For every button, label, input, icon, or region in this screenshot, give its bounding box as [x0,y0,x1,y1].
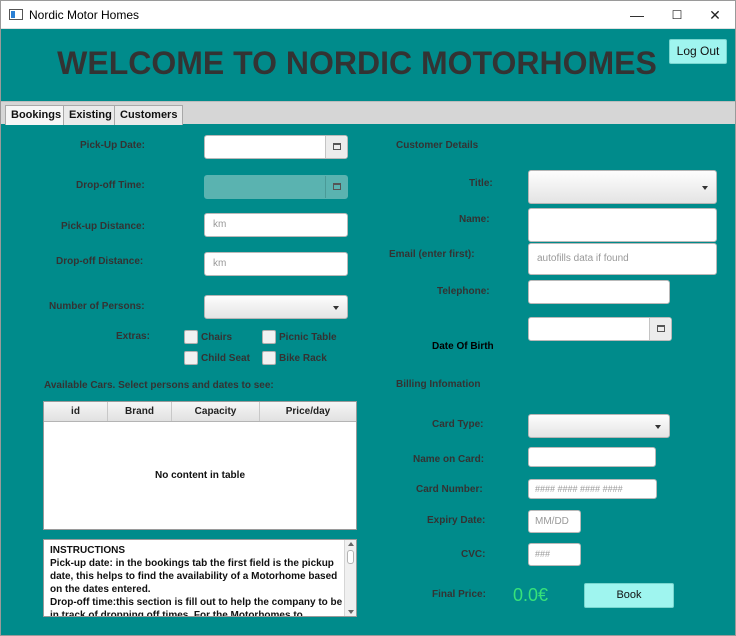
extras-label: Extras: [116,331,150,342]
dropoff-distance-input[interactable]: km [204,252,348,276]
bike-rack-checkbox[interactable] [262,351,276,365]
email-label: Email (enter first): [389,249,475,260]
name-on-card-label: Name on Card: [413,454,485,465]
tab-bar: Bookings Existing Customers [1,101,735,125]
column-header-brand[interactable]: Brand [108,402,172,421]
column-header-id[interactable]: id [44,402,108,421]
child-seat-checkbox[interactable] [184,351,198,365]
name-input[interactable] [528,208,717,242]
instructions-text: INSTRUCTIONS Pick-up date: in the bookin… [50,545,343,617]
tab-bookings[interactable]: Bookings [5,105,68,125]
instructions-textarea[interactable]: INSTRUCTIONS Pick-up date: in the bookin… [43,539,357,617]
dropoff-distance-label: Drop-off Distance: [56,256,144,267]
book-button[interactable]: Book [584,583,674,608]
title-bar: Nordic Motor Homes — ☐ ✕ [1,1,735,29]
chevron-down-icon [333,306,339,310]
title-combobox[interactable] [528,170,717,204]
calendar-button-disabled[interactable] [325,176,347,198]
chevron-down-icon [702,186,708,190]
minimize-button[interactable]: — [617,1,657,29]
table-empty-message: No content in table [155,470,245,481]
app-icon [9,9,23,20]
cvc-label: CVC: [461,549,486,560]
maximize-button[interactable]: ☐ [657,1,697,29]
email-input[interactable]: autofills data if found [528,243,717,275]
card-number-input[interactable]: #### #### #### #### [528,479,657,499]
pickup-date-label: Pick-Up Date: [80,140,146,151]
card-number-label: Card Number: [416,484,483,495]
persons-label: Number of Persons: [49,301,145,312]
dropoff-time-label: Drop-off Time: [76,180,145,191]
card-type-label: Card Type: [432,419,484,430]
name-on-card-input[interactable] [528,447,656,467]
expiry-label: Expiry Date: [427,515,486,526]
table-header: id Brand Capacity Price/day [44,402,356,422]
dob-picker[interactable] [528,317,672,341]
app-window: Nordic Motor Homes — ☐ ✕ WELCOME TO NORD… [0,0,736,636]
pickup-distance-input[interactable]: km [204,213,348,237]
customer-details-heading: Customer Details [396,140,479,151]
window-title: Nordic Motor Homes [29,8,140,22]
calendar-icon [333,143,341,150]
pickup-distance-label: Pick-up Distance: [61,221,145,232]
calendar-icon [657,325,665,332]
chairs-checkbox[interactable] [184,330,198,344]
name-label: Name: [459,214,490,225]
chairs-label: Chairs [201,332,233,343]
chevron-down-icon [655,425,661,429]
dob-label: Date Of Birth [432,341,494,352]
scroll-down-icon[interactable] [348,610,354,614]
logout-button[interactable]: Log Out [669,39,727,64]
column-header-capacity[interactable]: Capacity [172,402,260,421]
tab-existing[interactable]: Existing [63,105,118,125]
picnic-table-label: Picnic Table [279,332,337,343]
cars-table[interactable]: id Brand Capacity Price/day No content i… [43,401,357,530]
close-button[interactable]: ✕ [695,1,735,29]
picnic-table-checkbox[interactable] [262,330,276,344]
persons-combobox[interactable] [204,295,348,319]
billing-heading: Billing Infomation [396,379,481,390]
telephone-input[interactable] [528,280,670,304]
child-seat-label: Child Seat [201,353,250,364]
telephone-label: Telephone: [437,286,490,297]
calendar-button[interactable] [649,318,671,340]
calendar-button[interactable] [325,136,347,158]
page-headline: WELCOME TO NORDIC MOTORHOMES [57,45,657,81]
vertical-scrollbar[interactable] [344,540,356,616]
cvc-input[interactable]: ### [528,543,581,566]
final-price-label: Final Price: [432,589,486,600]
pickup-date-picker[interactable] [204,135,348,159]
title-label: Title: [469,178,493,189]
calendar-icon [333,183,341,190]
final-price-value: 0.0€ [513,585,549,605]
scroll-up-icon[interactable] [348,542,354,546]
bike-rack-label: Bike Rack [279,353,327,364]
scroll-thumb[interactable] [347,550,354,564]
expiry-input[interactable]: MM/DD [528,510,581,533]
column-header-price[interactable]: Price/day [260,402,356,421]
tab-customers[interactable]: Customers [114,105,184,125]
dropoff-time-picker[interactable] [204,175,348,199]
available-cars-label: Available Cars. Select persons and dates… [44,380,274,391]
card-type-combobox[interactable] [528,414,670,438]
